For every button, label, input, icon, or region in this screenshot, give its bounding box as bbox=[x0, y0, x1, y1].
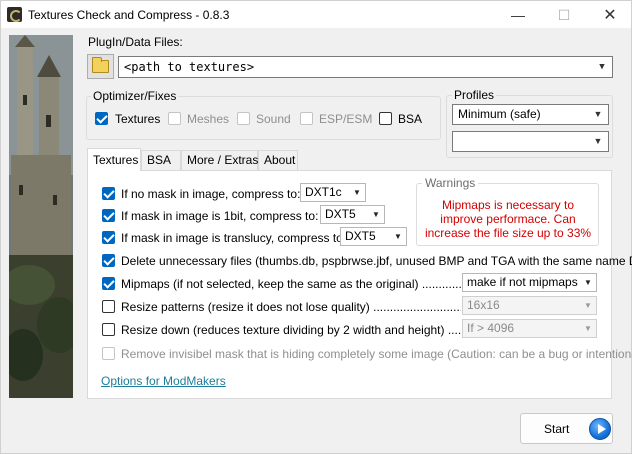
sound-option-label: Sound bbox=[256, 112, 291, 126]
resize-patterns-checkbox[interactable] bbox=[102, 300, 115, 313]
chevron-down-icon[interactable]: ▼ bbox=[582, 297, 594, 314]
profiles-selected-value: Minimum (safe) bbox=[458, 107, 541, 121]
meshes-checkbox[interactable] bbox=[168, 112, 181, 125]
app-icon bbox=[7, 7, 22, 22]
maximize-button[interactable]: ☐ bbox=[541, 1, 587, 29]
plugin-data-label: PlugIn/Data Files: bbox=[88, 35, 183, 49]
profiles-label: Profiles bbox=[452, 88, 497, 102]
close-button[interactable]: ✕ bbox=[587, 1, 632, 29]
sound-checkbox[interactable] bbox=[237, 112, 250, 125]
chevron-down-icon[interactable]: ▼ bbox=[392, 228, 404, 245]
resize-patterns-value: 16x16 bbox=[467, 298, 500, 312]
mask-1bit-format-value: DXT5 bbox=[325, 207, 356, 221]
delete-files-label: Delete unnecessary files (thumbs.db, psp… bbox=[121, 254, 632, 268]
chevron-down-icon[interactable]: ▼ bbox=[370, 206, 382, 223]
minimize-button[interactable]: — bbox=[495, 1, 541, 29]
resize-down-select[interactable]: If > 4096 ▼ bbox=[462, 319, 597, 338]
path-combo[interactable]: <path to textures> ▼ bbox=[118, 56, 613, 78]
tab-more-extras[interactable]: More / Extras bbox=[181, 150, 258, 170]
castle-image bbox=[9, 35, 73, 398]
textures-checkbox[interactable] bbox=[95, 112, 108, 125]
browse-folder-button[interactable] bbox=[87, 54, 114, 79]
esp-esm-checkbox[interactable] bbox=[300, 112, 313, 125]
path-value: <path to textures> bbox=[124, 60, 255, 74]
warnings-label: Warnings bbox=[422, 176, 479, 190]
delete-files-checkbox[interactable] bbox=[102, 254, 115, 267]
no-mask-format-value: DXT1c bbox=[305, 185, 342, 199]
no-mask-checkbox[interactable] bbox=[102, 187, 115, 200]
modmakers-options-link[interactable]: Options for ModMakers bbox=[101, 374, 226, 388]
profiles-secondary-select[interactable]: ▼ bbox=[452, 131, 609, 152]
window-title: Textures Check and Compress - 0.8.3 bbox=[28, 8, 230, 22]
remove-mask-checkbox[interactable] bbox=[102, 347, 115, 360]
mask-1bit-format-select[interactable]: DXT5 ▼ bbox=[320, 205, 385, 224]
chevron-down-icon[interactable]: ▼ bbox=[591, 132, 605, 151]
bsa-option-label: BSA bbox=[398, 112, 423, 126]
mask-translucy-checkbox[interactable] bbox=[102, 231, 115, 244]
tab-textures[interactable]: Textures bbox=[87, 148, 141, 171]
chevron-down-icon[interactable]: ▼ bbox=[591, 105, 605, 124]
resize-down-label: Resize down (reduces texture dividing by… bbox=[121, 323, 461, 337]
mask-translucy-label: If mask in image is translucy, compress … bbox=[121, 231, 347, 245]
chevron-down-icon[interactable]: ▼ bbox=[582, 320, 594, 337]
profiles-select[interactable]: Minimum (safe) ▼ bbox=[452, 104, 609, 125]
tab-bsa[interactable]: BSA bbox=[141, 150, 181, 170]
optimizer-label: Optimizer/Fixes bbox=[91, 89, 179, 103]
textures-option-label: Textures bbox=[115, 112, 161, 126]
mask-1bit-checkbox[interactable] bbox=[102, 209, 115, 222]
chevron-down-icon[interactable]: ▼ bbox=[351, 184, 363, 201]
chevron-down-icon[interactable]: ▼ bbox=[595, 57, 609, 77]
resize-patterns-label: Resize patterns (resize it does not lose… bbox=[121, 300, 461, 314]
resize-patterns-select[interactable]: 16x16 ▼ bbox=[462, 296, 597, 315]
resize-down-value: If > 4096 bbox=[467, 321, 515, 335]
play-icon bbox=[589, 418, 611, 440]
start-button-label: Start bbox=[544, 422, 570, 436]
mipmaps-checkbox[interactable] bbox=[102, 277, 115, 290]
remove-mask-label: Remove invisibel mask that is hiding com… bbox=[121, 347, 632, 361]
warnings-text: Mipmaps is necessary to improve performa… bbox=[424, 198, 592, 240]
chevron-down-icon[interactable]: ▼ bbox=[582, 274, 594, 291]
mask-translucy-format-select[interactable]: DXT5 ▼ bbox=[340, 227, 407, 246]
bsa-checkbox[interactable] bbox=[379, 112, 392, 125]
mask-translucy-format-value: DXT5 bbox=[345, 229, 376, 243]
meshes-option-label: Meshes bbox=[187, 112, 230, 126]
mask-1bit-label: If mask in image is 1bit, compress to: bbox=[121, 209, 319, 223]
title-bar: Textures Check and Compress - 0.8.3 — ☐ … bbox=[0, 0, 632, 28]
mipmaps-mode-value: make if not mipmaps bbox=[467, 275, 578, 289]
castle-illustration bbox=[9, 35, 73, 398]
no-mask-label: If no mask in image, compress to: bbox=[121, 187, 301, 201]
resize-down-checkbox[interactable] bbox=[102, 323, 115, 336]
tab-about[interactable]: About bbox=[258, 150, 298, 170]
esp-esm-option-label: ESP/ESM bbox=[319, 112, 373, 126]
mipmaps-label: Mipmaps (if not selected, keep the same … bbox=[121, 277, 461, 291]
mipmaps-mode-select[interactable]: make if not mipmaps ▼ bbox=[462, 273, 597, 292]
start-button[interactable]: Start bbox=[520, 413, 613, 444]
folder-icon bbox=[92, 57, 109, 73]
no-mask-format-select[interactable]: DXT1c ▼ bbox=[300, 183, 366, 202]
